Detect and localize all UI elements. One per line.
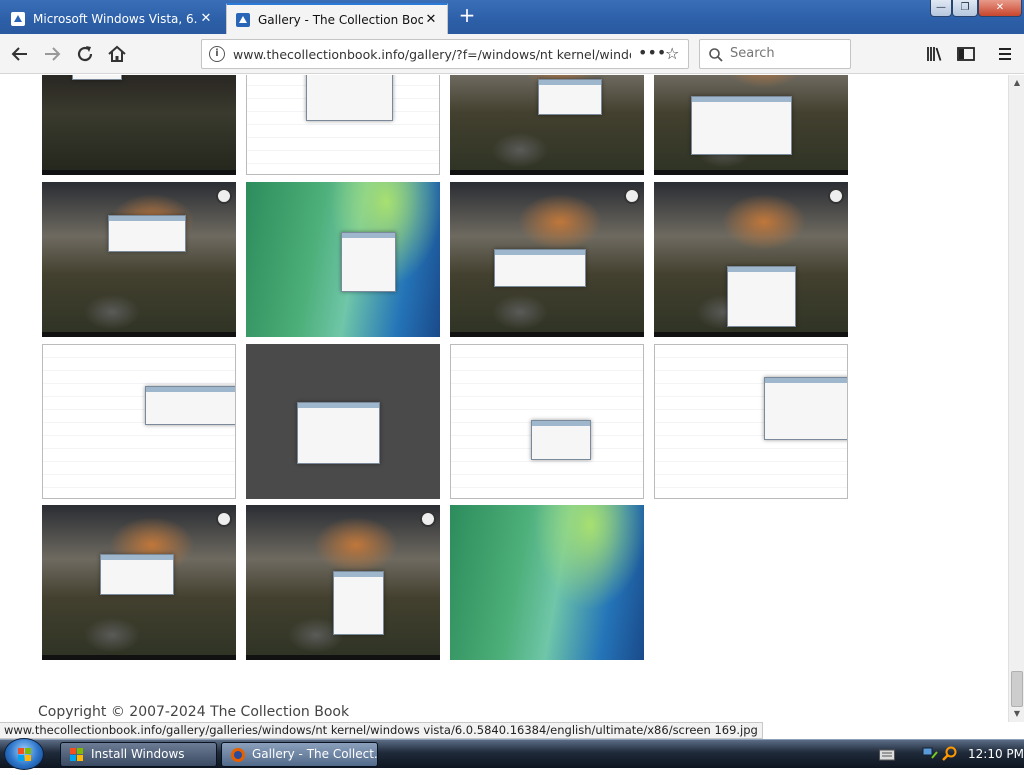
- gallery-thumbnail[interactable]: [450, 75, 644, 175]
- thumbnail-taskbar: [246, 655, 440, 660]
- tab-close-icon[interactable]: ✕: [423, 12, 439, 27]
- status-bar-url: www.thecollectionbook.info/gallery/galle…: [0, 722, 763, 739]
- gallery-thumbnail[interactable]: [654, 344, 848, 499]
- gallery-thumbnail[interactable]: [42, 505, 236, 660]
- keyboard-icon[interactable]: [879, 748, 895, 762]
- thumbnail-dialog-window: [100, 554, 174, 595]
- browser-icon: [231, 748, 245, 762]
- scrollbar-thumb[interactable]: [1011, 671, 1023, 707]
- thumbnail-taskbar: [42, 655, 236, 660]
- reload-icon[interactable]: [73, 42, 97, 66]
- window-maximize-button[interactable]: ❐: [952, 0, 978, 17]
- forward-arrow-icon[interactable]: [40, 42, 64, 66]
- gallery-thumbnail[interactable]: [42, 344, 236, 499]
- thumbnail-taskbar: [654, 170, 848, 175]
- new-tab-plus-icon[interactable]: +: [456, 5, 478, 27]
- thumbnail-dialog-window: [538, 79, 602, 115]
- thumbnail-dialog-window: [341, 232, 396, 292]
- taskbar-install-windows[interactable]: Install Windows: [60, 742, 217, 767]
- windows-taskbar: Install Windows Gallery - The Collect...…: [0, 738, 1024, 770]
- site-info-icon[interactable]: i: [209, 46, 225, 62]
- bookmark-star-icon[interactable]: ☆: [665, 44, 679, 63]
- taskbar-item-label: Install Windows: [91, 747, 185, 761]
- gallery-thumbnail[interactable]: [246, 182, 440, 337]
- tab-title: Microsoft Windows Vista, 6.0.5840.16384: [33, 11, 198, 26]
- clock-gadget-icon: [624, 188, 640, 204]
- search-tray-icon[interactable]: [942, 746, 958, 762]
- window-minimize-button[interactable]: —: [930, 0, 952, 17]
- thumbnail-dialog-window: [72, 75, 122, 80]
- navigation-toolbar: i www.thecollectionbook.info/gallery/?f=…: [0, 34, 1024, 74]
- thumbnail-dialog-window: [531, 420, 591, 460]
- windows-flag-icon: [70, 748, 83, 761]
- page-content: Copyright © 2007-2024 The Collection Boo…: [0, 75, 1008, 722]
- clock-gadget-icon: [216, 188, 232, 204]
- gallery-thumbnail[interactable]: [450, 505, 644, 660]
- taskbar-clock: 12:10 PM: [968, 747, 1024, 761]
- thumbnail-dialog-window: [764, 377, 847, 440]
- thumbnail-dialog-window: [494, 249, 586, 287]
- thumbnail-dialog-window: [108, 215, 186, 252]
- gallery-thumbnail[interactable]: [246, 505, 440, 660]
- thumbnail-dialog-window: [145, 386, 235, 425]
- tab-title: Gallery - The Collection Book: [258, 12, 423, 27]
- search-input[interactable]: [730, 46, 840, 61]
- gallery-thumbnail[interactable]: [42, 182, 236, 337]
- thumbnail-taskbar: [654, 332, 848, 337]
- taskbar-gallery-browser[interactable]: Gallery - The Collect...: [221, 742, 378, 767]
- gallery-thumbnail[interactable]: [450, 182, 644, 337]
- gallery-thumbnail[interactable]: [654, 75, 848, 175]
- thumbnail-dialog-window: [333, 571, 384, 635]
- url-text[interactable]: www.thecollectionbook.info/gallery/?f=/w…: [233, 47, 631, 62]
- clock-gadget-icon: [420, 511, 436, 527]
- thumbnail-dialog-window: [691, 96, 792, 155]
- vertical-scrollbar[interactable]: ▲ ▼: [1008, 75, 1024, 722]
- address-bar[interactable]: i www.thecollectionbook.info/gallery/?f=…: [201, 39, 689, 69]
- tab-vista-info[interactable]: Microsoft Windows Vista, 6.0.5840.16384 …: [2, 3, 222, 34]
- tab-gallery[interactable]: Gallery - The Collection Book ✕: [226, 3, 448, 34]
- thumbnail-taskbar: [42, 170, 236, 175]
- thumbnail-taskbar: [450, 332, 644, 337]
- gallery-thumbnail[interactable]: [246, 344, 440, 499]
- scroll-down-arrow-icon[interactable]: ▼: [1009, 706, 1024, 722]
- clock-gadget-icon: [828, 188, 844, 204]
- hamburger-menu-icon[interactable]: [993, 42, 1017, 66]
- gallery-thumbnail[interactable]: [450, 344, 644, 499]
- gallery-thumbnail[interactable]: [42, 75, 236, 175]
- start-orb-windows-icon[interactable]: [4, 738, 44, 770]
- scroll-up-arrow-icon[interactable]: ▲: [1009, 75, 1024, 91]
- network-icon[interactable]: [922, 746, 938, 762]
- tab-close-icon[interactable]: ✕: [198, 11, 214, 26]
- sidebar-toggle-icon[interactable]: [954, 42, 978, 66]
- gallery-thumbnail[interactable]: [654, 182, 848, 337]
- library-icon[interactable]: [922, 42, 946, 66]
- search-icon: [709, 48, 723, 62]
- window-close-button[interactable]: ✕: [978, 0, 1022, 17]
- back-arrow-icon[interactable]: [8, 42, 32, 66]
- collectionbook-favicon-icon: [11, 11, 25, 26]
- copyright-text: Copyright © 2007-2024 The Collection Boo…: [38, 704, 350, 720]
- thumbnail-taskbar: [42, 332, 236, 337]
- home-icon[interactable]: [105, 42, 129, 66]
- gallery-thumbnail[interactable]: [246, 75, 440, 175]
- thumbnail-dialog-window: [297, 402, 380, 464]
- tab-bar: Microsoft Windows Vista, 6.0.5840.16384 …: [0, 0, 1024, 34]
- thumbnail-dialog-window: [306, 75, 393, 121]
- collectionbook-favicon-icon: [236, 12, 250, 27]
- thumbnail-dialog-window: [727, 266, 796, 327]
- page-actions-menu-icon[interactable]: •••: [638, 43, 666, 62]
- taskbar-item-label: Gallery - The Collect...: [252, 747, 378, 761]
- clock-gadget-icon: [216, 511, 232, 527]
- thumbnail-taskbar: [450, 170, 644, 175]
- search-box[interactable]: [699, 39, 851, 69]
